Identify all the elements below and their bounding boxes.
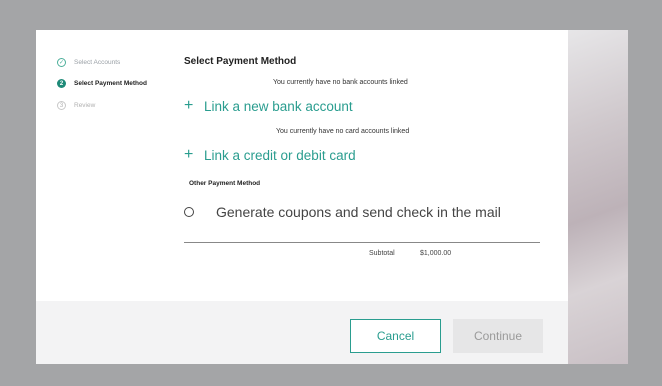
subtotal-label: Subtotal [369, 250, 395, 257]
coupon-option-label: Generate coupons and send check in the m… [216, 204, 501, 220]
step-label: Select Payment Method [74, 80, 147, 87]
background-photo [568, 30, 628, 364]
continue-button[interactable]: Continue [453, 319, 543, 353]
step-review[interactable]: 3 Review [57, 101, 95, 110]
step-number-icon: 3 [57, 101, 66, 110]
radio-button[interactable] [184, 207, 194, 217]
coupon-payment-option[interactable]: Generate coupons and send check in the m… [184, 204, 501, 220]
step-number-icon: 2 [57, 79, 66, 88]
subtotal-value: $1,000.00 [420, 250, 452, 257]
cancel-button[interactable]: Cancel [350, 319, 441, 353]
step-label: Select Accounts [74, 59, 121, 66]
step-label: Review [74, 102, 96, 109]
no-card-accounts-note: You currently have no card accounts link… [276, 128, 410, 135]
step-select-accounts[interactable]: ✓ Select Accounts [57, 58, 120, 67]
link-card-label: Link a credit or debit card [204, 147, 356, 163]
step-select-payment-method[interactable]: 2 Select Payment Method [57, 79, 147, 88]
plus-icon: + [184, 146, 194, 163]
check-icon: ✓ [57, 58, 66, 67]
page-title: Select Payment Method [184, 56, 297, 67]
divider [184, 242, 540, 243]
other-payment-heading: Other Payment Method [189, 180, 261, 187]
plus-icon: + [184, 97, 194, 114]
payment-method-modal: ✓ Select Accounts 2 Select Payment Metho… [36, 30, 568, 364]
link-bank-account-label: Link a new bank account [204, 98, 353, 114]
link-bank-account-button[interactable]: + Link a new bank account [184, 98, 353, 114]
link-card-button[interactable]: + Link a credit or debit card [184, 147, 356, 163]
no-bank-accounts-note: You currently have no bank accounts link… [273, 79, 408, 86]
